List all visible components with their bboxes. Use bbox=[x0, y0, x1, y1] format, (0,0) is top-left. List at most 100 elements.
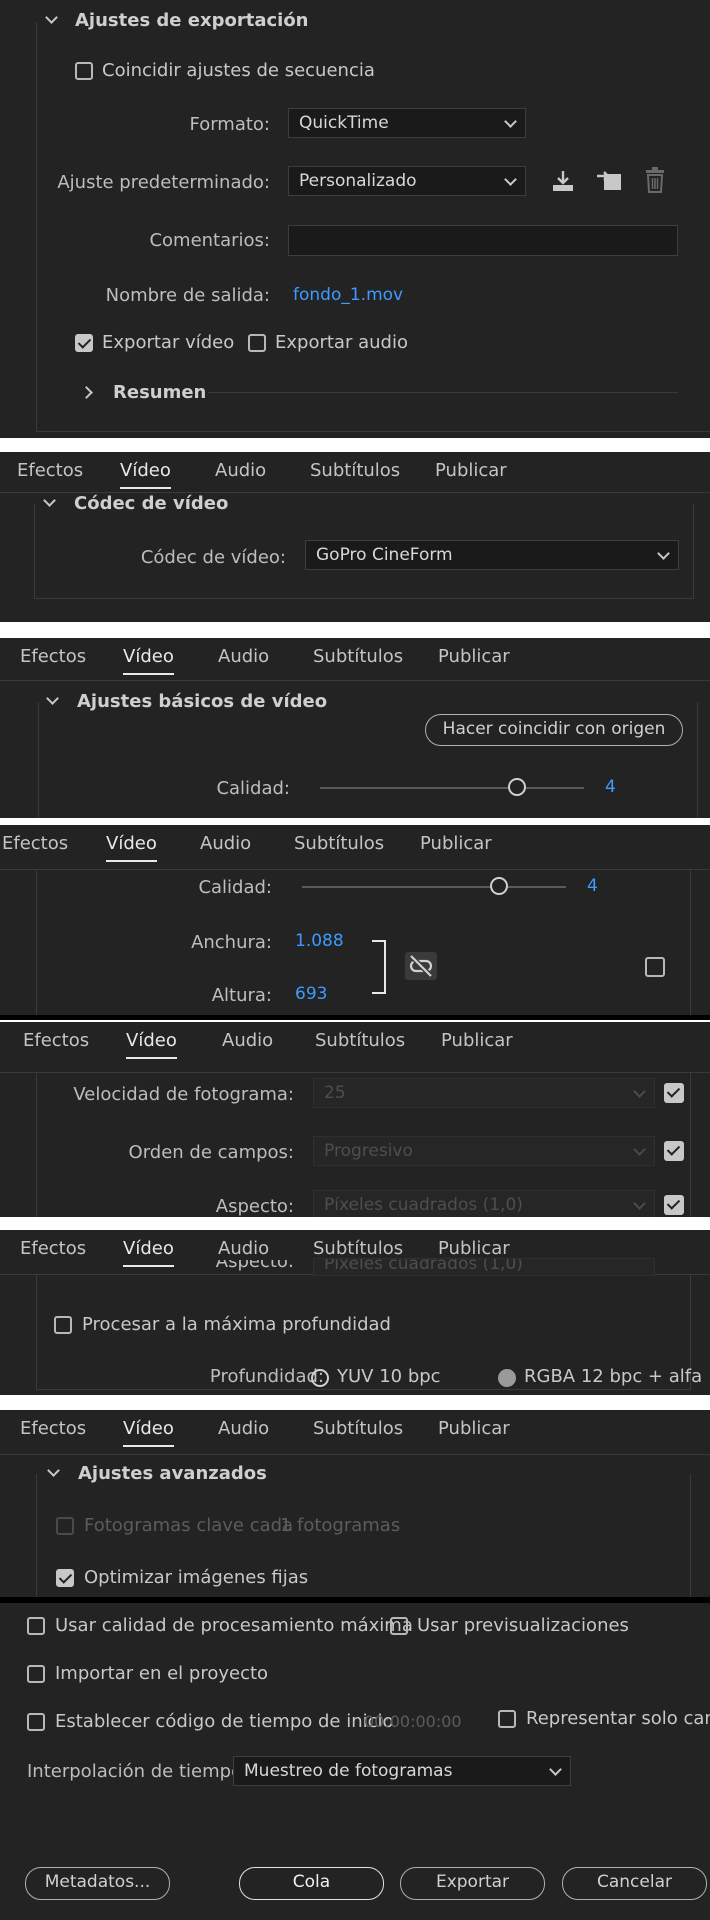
tab-audio[interactable]: Audio bbox=[218, 646, 269, 667]
export-audio-label: Exportar audio bbox=[275, 332, 408, 353]
depth-yuv-radio[interactable] bbox=[311, 1369, 329, 1387]
save-preset-icon[interactable] bbox=[550, 168, 576, 194]
format-dropdown[interactable]: QuickTime bbox=[288, 108, 526, 138]
chevron-down-icon bbox=[504, 115, 517, 128]
frame-rate-checkbox[interactable] bbox=[664, 1083, 684, 1103]
export-video-label: Exportar vídeo bbox=[102, 332, 235, 353]
import-preset-icon[interactable] bbox=[595, 168, 623, 194]
output-name-link[interactable]: fondo_1.mov bbox=[293, 285, 403, 305]
comments-label: Comentarios: bbox=[149, 230, 270, 251]
tab-audio[interactable]: Audio bbox=[222, 1030, 273, 1051]
render-alpha-only-label: Representar solo canal bbox=[526, 1708, 710, 1729]
optimize-stills-checkbox[interactable] bbox=[56, 1569, 74, 1587]
unlink-aspect-icon[interactable] bbox=[405, 952, 437, 980]
export-video-checkbox[interactable] bbox=[75, 334, 93, 352]
tab-effects[interactable]: Efectos bbox=[17, 460, 83, 481]
depth-rgba-radio[interactable] bbox=[498, 1369, 516, 1387]
keyframes-label: Fotogramas clave cada bbox=[84, 1515, 294, 1536]
tab-captions[interactable]: Subtítulos bbox=[315, 1030, 405, 1051]
quality-slider-track[interactable] bbox=[302, 886, 566, 888]
preset-dropdown[interactable]: Personalizado bbox=[288, 166, 526, 196]
tab-captions[interactable]: Subtítulos bbox=[313, 1238, 403, 1259]
match-sequence-checkbox[interactable] bbox=[75, 62, 93, 80]
export-audio-checkbox[interactable] bbox=[248, 334, 266, 352]
render-alpha-only-checkbox[interactable] bbox=[498, 1710, 516, 1728]
tab-audio[interactable]: Audio bbox=[218, 1418, 269, 1439]
cancel-button[interactable]: Cancelar bbox=[562, 1867, 707, 1900]
quality-value[interactable]: 4 bbox=[605, 777, 616, 797]
tab-bar: Efectos Vídeo Audio Subtítulos Publicar bbox=[0, 1022, 710, 1060]
tab-video[interactable]: Vídeo bbox=[126, 1030, 177, 1059]
frame-rate-dropdown: 25 bbox=[313, 1078, 655, 1108]
tab-effects[interactable]: Efectos bbox=[2, 833, 68, 854]
queue-button[interactable]: Cola bbox=[239, 1867, 384, 1900]
tab-captions[interactable]: Subtítulos bbox=[313, 1418, 403, 1439]
max-render-quality-checkbox[interactable] bbox=[27, 1617, 45, 1635]
tab-publish[interactable]: Publicar bbox=[435, 460, 507, 481]
keyframes-checkbox bbox=[56, 1517, 74, 1535]
tab-publish[interactable]: Publicar bbox=[438, 646, 510, 667]
quality-slider-thumb[interactable] bbox=[490, 877, 508, 895]
max-render-quality-label: Usar calidad de procesamiento máxima bbox=[55, 1615, 413, 1636]
time-interpolation-dropdown[interactable]: Muestreo de fotogramas bbox=[233, 1756, 571, 1786]
tab-publish[interactable]: Publicar bbox=[441, 1030, 513, 1051]
chevron-down-icon bbox=[657, 547, 670, 560]
delete-preset-icon[interactable] bbox=[643, 166, 667, 194]
use-previews-checkbox[interactable] bbox=[390, 1617, 408, 1635]
match-source-button[interactable]: Hacer coincidir con origen bbox=[425, 714, 683, 746]
chevron-down-icon bbox=[549, 1763, 562, 1776]
start-timecode-checkbox[interactable] bbox=[27, 1713, 45, 1731]
tab-audio[interactable]: Audio bbox=[218, 1238, 269, 1259]
comments-input[interactable] bbox=[288, 225, 678, 256]
tab-publish[interactable]: Publicar bbox=[438, 1418, 510, 1439]
height-value[interactable]: 693 bbox=[295, 984, 327, 1004]
render-max-depth-checkbox[interactable] bbox=[54, 1316, 72, 1334]
format-label: Formato: bbox=[189, 114, 270, 135]
import-into-project-checkbox[interactable] bbox=[27, 1665, 45, 1683]
output-name-label: Nombre de salida: bbox=[105, 285, 270, 306]
import-into-project-label: Importar en el proyecto bbox=[55, 1663, 269, 1684]
field-order-checkbox[interactable] bbox=[664, 1141, 684, 1161]
export-settings-header: Ajustes de exportación bbox=[75, 10, 309, 31]
chevron-down-icon bbox=[633, 1143, 646, 1156]
video-codec-dropdown[interactable]: GoPro CineForm bbox=[305, 540, 679, 570]
capture-separator bbox=[0, 1597, 710, 1603]
tab-audio[interactable]: Audio bbox=[200, 833, 251, 854]
keyframes-value: 1 bbox=[280, 1515, 292, 1536]
width-value[interactable]: 1.088 bbox=[295, 931, 344, 951]
tab-divider bbox=[0, 680, 710, 681]
export-button[interactable]: Exportar bbox=[400, 1867, 545, 1900]
metadata-button[interactable]: Metadatos... bbox=[25, 1867, 170, 1900]
tab-effects[interactable]: Efectos bbox=[20, 1418, 86, 1439]
optimize-stills-label: Optimizar imágenes fijas bbox=[84, 1567, 309, 1588]
tab-captions[interactable]: Subtítulos bbox=[294, 833, 384, 854]
bottom-panel: Usar calidad de procesamiento máxima Usa… bbox=[0, 1603, 710, 1920]
tab-captions[interactable]: Subtítulos bbox=[313, 646, 403, 667]
quality-value[interactable]: 4 bbox=[587, 876, 598, 896]
use-previews-label: Usar previsualizaciones bbox=[417, 1615, 629, 1636]
tab-effects[interactable]: Efectos bbox=[20, 646, 86, 667]
tab-captions[interactable]: Subtítulos bbox=[310, 460, 400, 481]
quality-slider-thumb[interactable] bbox=[508, 778, 526, 796]
tab-effects[interactable]: Efectos bbox=[20, 1238, 86, 1259]
tab-video[interactable]: Vídeo bbox=[120, 460, 171, 489]
time-interpolation-label: Interpolación de tiempo: bbox=[27, 1761, 249, 1782]
video-codec-panel: Efectos Vídeo Audio Subtítulos Publicar … bbox=[0, 452, 710, 622]
aspect-checkbox[interactable] bbox=[664, 1195, 684, 1215]
tab-audio[interactable]: Audio bbox=[215, 460, 266, 481]
match-sequence-label: Coincidir ajustes de secuencia bbox=[102, 60, 375, 81]
tab-video[interactable]: Vídeo bbox=[123, 1238, 174, 1267]
tab-video[interactable]: Vídeo bbox=[123, 1418, 174, 1447]
tab-effects[interactable]: Efectos bbox=[23, 1030, 89, 1051]
summary-header[interactable]: Resumen bbox=[113, 382, 206, 403]
tab-publish[interactable]: Publicar bbox=[438, 1238, 510, 1259]
quality-slider-track[interactable] bbox=[320, 787, 584, 789]
tab-video[interactable]: Vídeo bbox=[123, 646, 174, 675]
advanced-header: Ajustes avanzados bbox=[78, 1463, 267, 1484]
link-bracket bbox=[372, 940, 386, 994]
scale-checkbox[interactable] bbox=[645, 957, 665, 977]
tab-video[interactable]: Vídeo bbox=[106, 833, 157, 862]
frame-rate-label: Velocidad de fotograma: bbox=[73, 1084, 294, 1105]
tab-publish[interactable]: Publicar bbox=[420, 833, 492, 854]
capture-separator bbox=[0, 1015, 710, 1020]
